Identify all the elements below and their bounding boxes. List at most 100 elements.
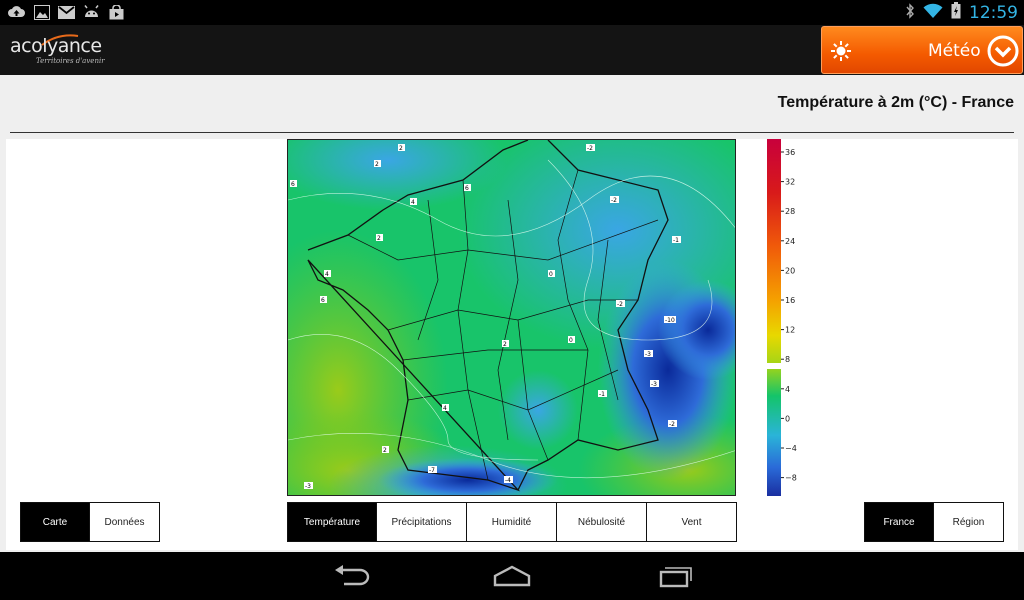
scale-tick-label: −4 [785,444,797,453]
map-value-label: 6 [290,180,297,188]
map-value-label: -3 [644,350,653,358]
svg-text:-1: -1 [673,237,679,244]
svg-text:-3: -3 [305,483,311,490]
map-value-label: -3 [650,380,659,388]
tab-vent[interactable]: Vent [647,502,737,542]
map-value-label: 2 [376,234,383,242]
map-value-label: -2 [668,420,677,428]
temperature-map[interactable]: -2 2 2 6 6 4 2 4 -2 -1 0 -2 2 0 -3 -1 6 … [287,139,736,496]
svg-text:4: 4 [411,199,415,206]
variable-tabs: Température Précipitations Humidité Nébu… [287,502,737,542]
gmail-icon [58,4,75,20]
svg-text:2: 2 [383,447,387,454]
chevron-down-circle-icon [987,35,1019,67]
svg-text:4: 4 [325,271,329,278]
logo-name: acolyance [10,35,102,57]
tab-precipitations[interactable]: Précipitations [377,502,467,542]
map-value-label: 2 [374,160,381,168]
system-nav-bar [0,552,1024,600]
scale-tick-label: 20 [785,266,795,275]
back-icon[interactable] [332,564,372,588]
scale-tick-label: 16 [785,296,795,305]
map-value-label: -2 [586,144,595,152]
map-value-label: 6 [464,184,471,192]
notification-icons [8,4,125,20]
map-value-label: 2 [502,340,509,348]
scale-tick-label: 32 [785,178,795,187]
svg-text:-4: -4 [505,477,511,484]
svg-text:-2: -2 [669,421,675,428]
scale-tick-label: −8 [785,474,797,483]
svg-text:2: 2 [377,235,381,242]
wifi-icon [923,3,943,24]
svg-text:0: 0 [549,271,553,278]
zone-toggle: France Région [864,502,1004,542]
temperature-map-image: -2 2 2 6 6 4 2 4 -2 -1 0 -2 2 0 -3 -1 6 … [288,140,735,495]
view-mode-toggle: Carte Données [20,502,160,542]
scale-tick-label: 12 [785,326,795,335]
battery-icon [951,2,961,24]
status-bar: 12:59 [0,0,1024,25]
screen: 12:59 acolyance Territoires d'avenir Mét… [0,0,1024,600]
tab-humidite[interactable]: Humidité [467,502,557,542]
home-icon[interactable] [492,564,532,588]
svg-text:2: 2 [375,161,379,168]
logo-tagline: Territoires d'avenir [36,57,105,65]
map-value-label: 2 [382,446,389,454]
map-value-label: 0 [548,270,555,278]
svg-text:6: 6 [291,181,295,188]
map-value-label: -7 [428,466,437,474]
page-title: Température à 2m (°C) - France [777,94,1014,111]
meteo-menu-button[interactable]: Météo [821,26,1023,74]
bluetooth-icon [905,2,915,24]
map-value-label: -2 [616,300,625,308]
cloud-upload-icon [8,4,25,20]
scale-tick-label: 36 [785,148,795,157]
scale-tick-label: 4 [785,385,790,394]
image-icon [33,4,50,20]
map-value-label: 4 [442,404,449,412]
clock: 12:59 [969,3,1018,23]
svg-text:-10: -10 [665,317,675,324]
meteo-label: Météo [928,41,981,61]
svg-text:-2: -2 [611,197,617,204]
scale-tick-label: 28 [785,207,795,216]
map-value-label: 0 [568,336,575,344]
map-value-label: 6 [320,296,327,304]
svg-text:0: 0 [569,337,573,344]
shopping-bag-icon [108,4,125,20]
map-value-label: 4 [410,198,417,206]
carte-button[interactable]: Carte [20,502,90,542]
svg-text:-1: -1 [599,391,605,398]
svg-text:2: 2 [399,145,403,152]
svg-text:4: 4 [443,405,447,412]
svg-text:-3: -3 [651,381,657,388]
app-header: acolyance Territoires d'avenir Météo [0,25,1024,75]
svg-text:-2: -2 [587,145,593,152]
scale-tick-label: 24 [785,237,795,246]
map-value-label: -1 [672,236,681,244]
sun-icon [831,41,851,61]
svg-text:-3: -3 [645,351,651,358]
title-divider [10,132,1014,133]
map-value-label: -2 [610,196,619,204]
svg-text:6: 6 [321,297,325,304]
svg-text:2: 2 [503,341,507,348]
tab-nebulosite[interactable]: Nébulosité [557,502,647,542]
svg-text:-7: -7 [429,467,435,474]
svg-text:-2: -2 [617,301,623,308]
android-icon [83,4,100,20]
recent-apps-icon[interactable] [655,564,695,588]
acolyance-logo[interactable]: acolyance Territoires d'avenir [10,33,120,69]
france-button[interactable]: France [864,502,934,542]
scale-tick-label: 0 [785,414,790,423]
svg-text:6: 6 [465,185,469,192]
map-value-label: -3 [304,482,313,490]
map-value-label: -4 [504,476,513,484]
map-value-label: -1 [598,390,607,398]
map-value-label: -10 [664,316,676,324]
region-button[interactable]: Région [934,502,1004,542]
tab-temperature[interactable]: Température [287,502,377,542]
temperature-color-scale: 36 32 28 24 20 16 12 8 4 0 −4 −8 [767,139,817,496]
donnees-button[interactable]: Données [90,502,160,542]
